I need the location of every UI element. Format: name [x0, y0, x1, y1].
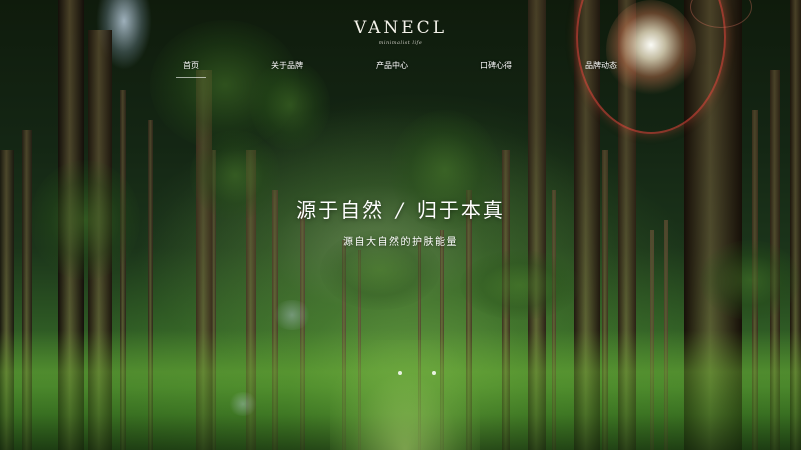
brand-logo[interactable]: VANECL	[0, 18, 801, 38]
tree-foliage	[700, 240, 800, 320]
hero-title-separator: /	[396, 198, 405, 222]
nav-item-news[interactable]: 品牌动态	[585, 60, 617, 71]
slide-dot-2[interactable]	[432, 371, 436, 375]
hero-banner: VANECL minimalist life 首页 关于品牌 产品中心 口碑心得…	[0, 0, 801, 450]
nav-item-reviews[interactable]: 口碑心得	[480, 60, 512, 71]
hero-title-left: 源于自然	[296, 198, 385, 222]
hero-title: 源于自然 / 归于本真	[0, 194, 801, 223]
nav-item-products[interactable]: 产品中心	[376, 60, 408, 71]
nav-item-about[interactable]: 关于品牌	[271, 60, 303, 71]
slide-dot-1[interactable]	[398, 371, 402, 375]
brand-tagline: minimalist life	[378, 40, 423, 46]
slide-indicators	[394, 371, 442, 377]
lens-glint	[228, 392, 258, 416]
lens-glint	[272, 300, 312, 330]
nav-item-home[interactable]: 首页	[183, 60, 199, 71]
forest-path	[330, 340, 480, 450]
main-nav: 首页 关于品牌 产品中心 口碑心得 品牌动态	[0, 60, 801, 80]
tree-foliage	[460, 250, 580, 320]
hero-title-right: 归于本真	[416, 198, 505, 222]
hero-subtitle: 源自大自然的护肤能量	[343, 237, 458, 248]
nav-active-indicator	[176, 77, 206, 78]
